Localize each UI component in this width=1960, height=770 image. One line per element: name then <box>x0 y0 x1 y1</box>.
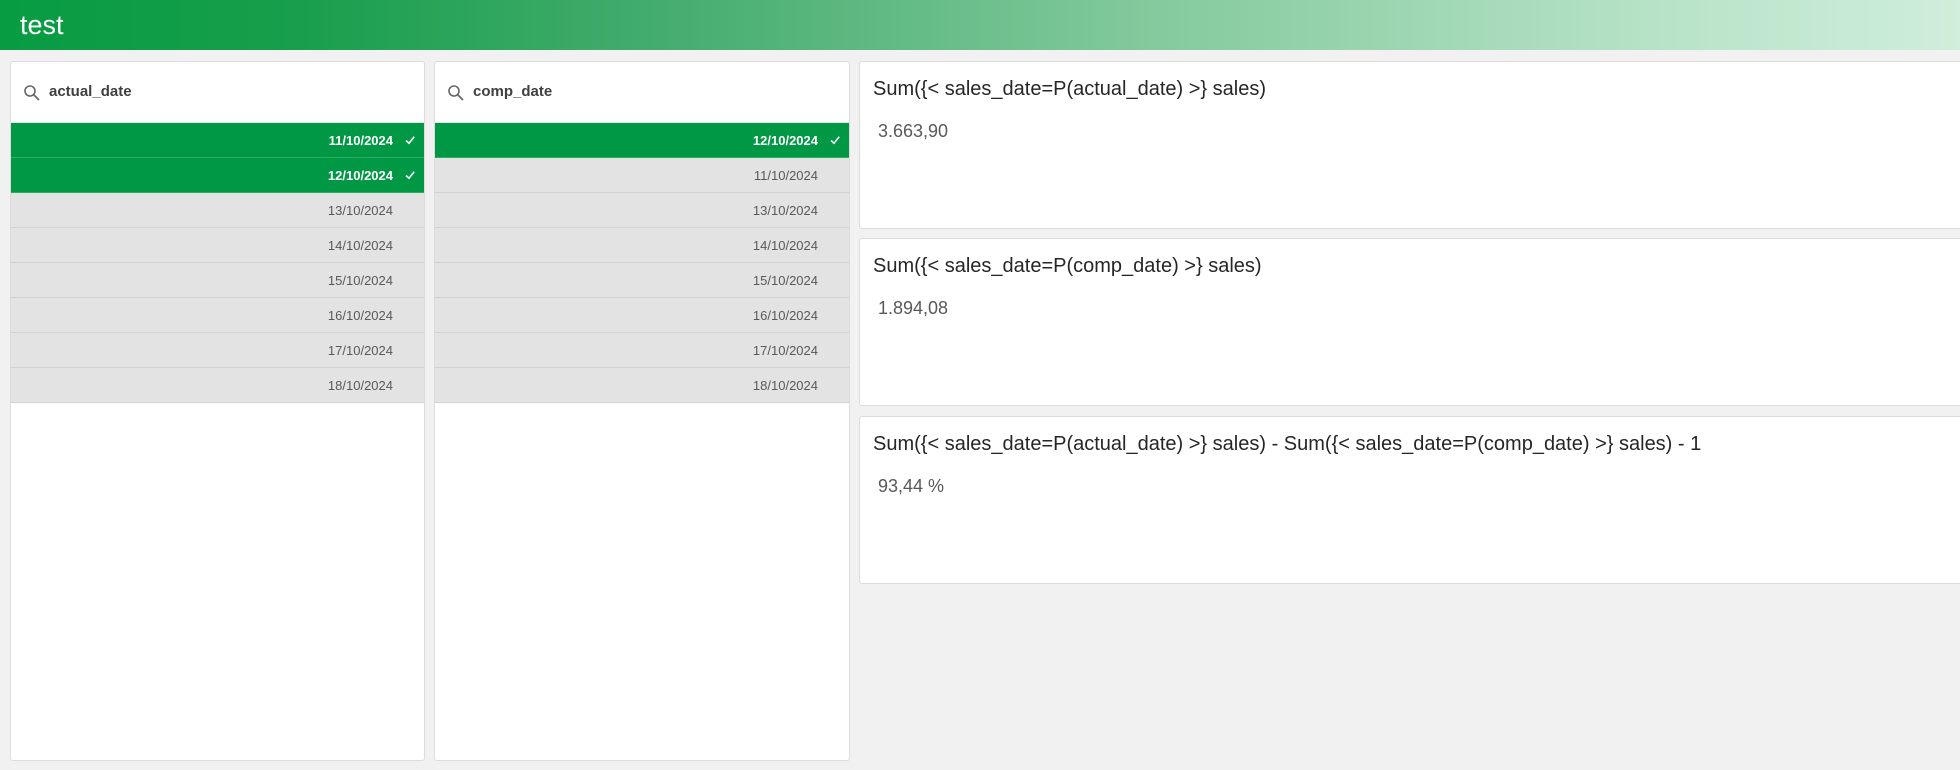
listbox-title: comp_date <box>473 83 553 100</box>
listbox-row[interactable]: 16/10/2024 <box>11 298 424 333</box>
listbox-row[interactable]: 12/10/2024 <box>11 158 424 193</box>
listbox-row[interactable]: 11/10/2024 <box>11 123 424 158</box>
kpi-growth[interactable]: Sum({< sales_date=P(actual_date) >} sale… <box>859 416 1960 584</box>
listbox-row-value: 11/10/2024 <box>753 168 818 183</box>
check-icon <box>405 171 415 180</box>
listbox-row-value: 17/10/2024 <box>327 343 393 358</box>
kpi-value: 1.894,08 <box>878 298 949 318</box>
listbox-row[interactable]: 18/10/2024 <box>435 368 849 403</box>
app-header: test <box>0 0 1960 50</box>
listbox-row-value: 18/10/2024 <box>752 378 818 393</box>
listbox-row[interactable]: 12/10/2024 <box>435 123 849 158</box>
listbox-row[interactable]: 11/10/2024 <box>435 158 849 193</box>
kpi-value: 3.663,90 <box>878 121 949 141</box>
listbox-row-value: 18/10/2024 <box>327 378 393 393</box>
listbox-row-value: 11/10/2024 <box>328 133 393 148</box>
listbox-values: 12/10/2024 11/10/2024 13/10/2024 14/10/2024… <box>435 123 849 403</box>
kpi-title: Sum({< sales_date=P(comp_date) >} sales) <box>873 255 1262 277</box>
listbox-row-value: 14/10/2024 <box>752 238 818 253</box>
listbox-header[interactable]: comp_date <box>435 62 849 123</box>
kpi-title: Sum({< sales_date=P(actual_date) >} sale… <box>873 433 1702 455</box>
kpi-title: Sum({< sales_date=P(actual_date) >} sale… <box>873 78 1267 100</box>
search-icon[interactable] <box>447 84 465 102</box>
check-icon <box>405 136 415 145</box>
listbox-row-value: 14/10/2024 <box>327 238 393 253</box>
listbox-row-value: 15/10/2024 <box>752 273 818 288</box>
listbox-row[interactable]: 14/10/2024 <box>435 228 849 263</box>
kpi-comp-sales[interactable]: Sum({< sales_date=P(comp_date) >} sales)… <box>859 238 1960 406</box>
listbox-row-value: 13/10/2024 <box>752 203 818 218</box>
listbox-comp-date: comp_date 12/10/2024 11/10/2024 13/10/2024… <box>434 61 850 761</box>
listbox-row-value: 15/10/2024 <box>327 273 393 288</box>
listbox-header[interactable]: actual_date <box>11 62 424 123</box>
listbox-row-value: 17/10/2024 <box>752 343 818 358</box>
listbox-row-value: 12/10/2024 <box>752 133 818 148</box>
listbox-title: actual_date <box>49 83 132 100</box>
listbox-actual-date: actual_date 11/10/2024 12/10/2024 13/10/20… <box>10 61 425 761</box>
listbox-row[interactable]: 14/10/2024 <box>11 228 424 263</box>
listbox-row[interactable]: 17/10/2024 <box>11 333 424 368</box>
listbox-row[interactable]: 15/10/2024 <box>435 263 849 298</box>
listbox-row[interactable]: 15/10/2024 <box>11 263 424 298</box>
listbox-values: 11/10/2024 12/10/2024 13/10/2024 14/10/2024… <box>11 123 424 403</box>
listbox-row-value: 13/10/2024 <box>327 203 393 218</box>
listbox-row[interactable]: 13/10/2024 <box>435 193 849 228</box>
listbox-row-value: 16/10/2024 <box>752 308 818 323</box>
listbox-row[interactable]: 18/10/2024 <box>11 368 424 403</box>
listbox-row-value: 12/10/2024 <box>327 168 393 183</box>
check-icon <box>830 136 840 145</box>
kpi-actual-sales[interactable]: Sum({< sales_date=P(actual_date) >} sale… <box>859 61 1960 229</box>
kpi-value: 93,44 % <box>878 476 945 496</box>
listbox-row[interactable]: 17/10/2024 <box>435 333 849 368</box>
listbox-row[interactable]: 16/10/2024 <box>435 298 849 333</box>
search-icon[interactable] <box>23 84 41 102</box>
app-title: test <box>20 10 64 40</box>
listbox-row[interactable]: 13/10/2024 <box>11 193 424 228</box>
listbox-row-value: 16/10/2024 <box>327 308 393 323</box>
